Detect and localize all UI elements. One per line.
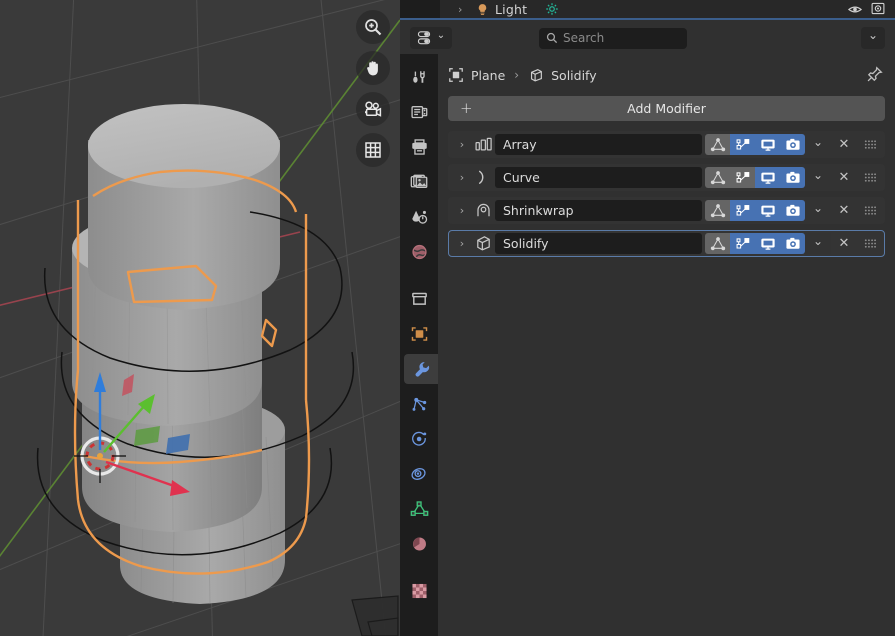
grid-toggle-icon[interactable] [356, 133, 390, 167]
light-data-icon[interactable] [545, 2, 559, 16]
modifier-row[interactable]: › Solidify ⌄ ✕ [448, 230, 885, 257]
tab-tool[interactable] [404, 62, 434, 92]
realtime-toggle[interactable] [755, 200, 780, 221]
modifier-name-field[interactable]: Array [495, 134, 702, 155]
tab-view-layer[interactable] [404, 167, 434, 197]
camera-view-icon[interactable] [356, 92, 390, 126]
delete-modifier-icon[interactable]: ✕ [831, 204, 857, 217]
editmode-toggle[interactable] [730, 134, 755, 155]
modifier-name-field[interactable]: Shrinkwrap [495, 200, 702, 221]
properties-header: ⌄ Search ⌄ [400, 22, 895, 54]
viewport-gizmo-buttons[interactable] [356, 10, 390, 167]
oncage-toggle[interactable] [705, 233, 730, 254]
add-modifier-label: Add Modifier [627, 101, 706, 116]
tab-collection[interactable] [404, 284, 434, 314]
outliner-object-name: Light [495, 1, 528, 17]
modifier-row[interactable]: › Array ⌄ ✕ [448, 131, 885, 158]
tab-particles[interactable] [404, 389, 434, 419]
render-toggle[interactable] [780, 134, 805, 155]
modifier-extras-chevron-icon[interactable]: ⌄ [805, 167, 831, 188]
tab-modifiers[interactable] [404, 354, 438, 384]
expand-chevron-icon[interactable]: › [453, 204, 471, 217]
oncage-toggle[interactable] [705, 200, 730, 221]
curve-modifier-icon [471, 168, 495, 187]
drag-grip-icon[interactable] [857, 237, 881, 250]
render-toggle[interactable] [780, 167, 805, 188]
breadcrumb-separator: › [514, 68, 520, 82]
shrinkwrap-modifier-icon [471, 201, 495, 220]
tab-material[interactable] [404, 529, 434, 559]
realtime-toggle[interactable] [755, 134, 780, 155]
delete-modifier-icon[interactable]: ✕ [831, 138, 857, 151]
render-toggle[interactable] [780, 233, 805, 254]
search-input[interactable]: Search [539, 27, 687, 49]
drag-grip-icon[interactable] [857, 138, 881, 151]
outliner-strip: › Light [400, 0, 895, 20]
properties-tab-strip[interactable] [400, 54, 438, 636]
modifier-stack: › Array ⌄ ✕ › Curve ⌄ ✕ › Shrinkwrap ⌄ ✕… [448, 131, 885, 257]
realtime-toggle[interactable] [755, 233, 780, 254]
editmode-toggle[interactable] [730, 200, 755, 221]
delete-modifier-icon[interactable]: ✕ [831, 237, 857, 250]
modifier-extras-chevron-icon[interactable]: ⌄ [805, 200, 831, 221]
3d-viewport[interactable] [0, 0, 400, 636]
viewport-scene [0, 0, 400, 636]
plus-icon: + [460, 99, 473, 117]
search-icon [546, 32, 558, 44]
light-bulb-icon [476, 3, 489, 16]
search-placeholder: Search [563, 31, 605, 45]
eye-icon[interactable] [847, 0, 863, 19]
tab-texture[interactable] [404, 576, 434, 606]
tab-physics[interactable] [404, 424, 434, 454]
tab-object-data[interactable] [404, 494, 434, 524]
object-data-icon[interactable] [448, 67, 464, 83]
tab-scene[interactable] [404, 202, 434, 232]
header-options-chevron-icon[interactable]: ⌄ [861, 27, 885, 49]
modifier-row[interactable]: › Curve ⌄ ✕ [448, 164, 885, 191]
modifier-row[interactable]: › Shrinkwrap ⌄ ✕ [448, 197, 885, 224]
oncage-toggle[interactable] [705, 134, 730, 155]
breadcrumb-object[interactable]: Plane [471, 68, 505, 83]
editmode-toggle[interactable] [730, 233, 755, 254]
render-toggle[interactable] [780, 200, 805, 221]
pin-icon[interactable] [866, 66, 883, 87]
outliner-row-light[interactable]: › Light [440, 0, 895, 18]
tab-render[interactable] [404, 97, 434, 127]
breadcrumb: Plane › Solidify [448, 62, 885, 88]
add-modifier-button[interactable]: + Add Modifier [448, 96, 885, 121]
modifier-extras-chevron-icon[interactable]: ⌄ [805, 134, 831, 155]
hand-pan-icon[interactable] [356, 51, 390, 85]
drag-grip-icon[interactable] [857, 171, 881, 184]
modifier-cube-icon [528, 67, 544, 83]
outliner-left-gutter [400, 0, 440, 18]
camera-render-icon[interactable] [871, 0, 885, 19]
expand-chevron-icon[interactable]: › [453, 237, 471, 250]
tab-world[interactable] [404, 237, 434, 267]
tab-object[interactable] [404, 319, 434, 349]
zoom-magnifier-icon[interactable] [356, 10, 390, 44]
properties-body: Plane › Solidify + Add Modifier › Array … [438, 54, 895, 636]
properties-editor: › Light ⌄ Search ⌄ Plane › Solidify + Ad… [400, 0, 895, 636]
oncage-toggle[interactable] [705, 167, 730, 188]
editmode-toggle[interactable] [730, 167, 755, 188]
tab-constraints[interactable] [404, 459, 434, 489]
modifier-name-field[interactable]: Solidify [495, 233, 702, 254]
expand-chevron-icon[interactable]: › [453, 171, 471, 184]
drag-grip-icon[interactable] [857, 204, 881, 217]
array-modifier-icon [471, 135, 495, 154]
tab-output[interactable] [404, 132, 434, 162]
breadcrumb-modifier: Solidify [551, 67, 597, 83]
delete-modifier-icon[interactable]: ✕ [831, 171, 857, 184]
solidify-modifier-icon [471, 234, 495, 253]
expand-chevron-icon[interactable]: › [453, 138, 471, 151]
chevron-down-icon[interactable]: ⌄ [437, 31, 445, 41]
properties-editor-icon[interactable]: ⌄ [410, 27, 452, 49]
modifier-extras-chevron-icon[interactable]: ⌄ [805, 233, 831, 254]
expand-chevron-icon[interactable]: › [458, 3, 474, 16]
realtime-toggle[interactable] [755, 167, 780, 188]
modifier-name-field[interactable]: Curve [495, 167, 702, 188]
